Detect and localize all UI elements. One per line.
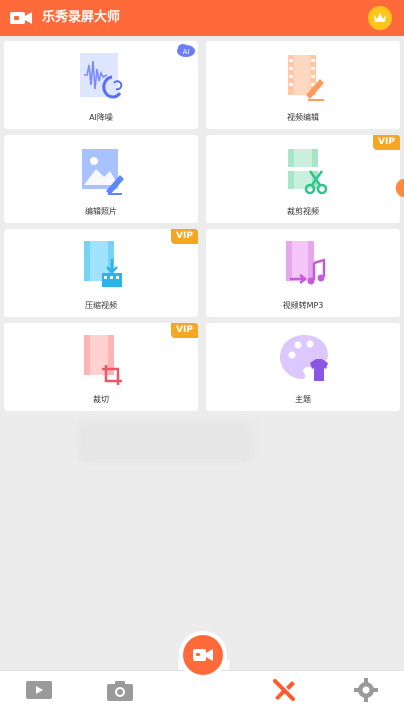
ai-noise-reduction-icon	[80, 53, 123, 99]
tool-label: 裁切	[93, 395, 109, 404]
tool-photo-edit[interactable]: 编辑照片	[4, 135, 198, 223]
vip-badge: VIP	[171, 323, 198, 338]
tool-label: 裁剪视频	[287, 207, 319, 216]
tools-icon[interactable]	[270, 678, 298, 702]
vip-badge: VIP	[373, 135, 400, 150]
tool-label: 视频编辑	[287, 113, 319, 122]
blurred-banner-placeholder	[78, 420, 253, 462]
camera-icon[interactable]	[106, 678, 134, 702]
tool-label: 主题	[295, 395, 311, 404]
vip-badge: VIP	[171, 229, 198, 244]
record-button[interactable]	[183, 635, 223, 675]
crop-icon	[84, 335, 122, 385]
tool-label: 编辑照片	[85, 207, 117, 216]
photo-edit-icon	[82, 149, 124, 195]
video-compress-icon	[84, 241, 122, 287]
tool-theme[interactable]: 主题	[206, 323, 400, 411]
ai-cloud-badge: AI	[177, 44, 195, 57]
tool-crop[interactable]: VIP 裁切	[4, 323, 198, 411]
app-title: 乐秀录屏大师	[42, 10, 121, 25]
video-edit-icon	[288, 55, 324, 101]
crown-icon	[374, 13, 386, 22]
video-trim-icon	[288, 149, 328, 195]
video-list-icon[interactable]	[25, 678, 53, 702]
tool-label: 压缩视频	[85, 301, 117, 310]
theme-palette-icon	[280, 335, 328, 381]
tool-label: AI降噪	[89, 113, 113, 122]
bottom-navigation	[0, 670, 404, 708]
premium-crown-button[interactable]	[368, 6, 392, 30]
video-camera-icon	[193, 649, 213, 661]
tool-video-edit[interactable]: 视频编辑	[206, 41, 400, 129]
svg-text:AI: AI	[183, 48, 190, 56]
floating-side-tab[interactable]	[396, 179, 404, 197]
tool-ai-noise-reduction[interactable]: AI AI降噪	[4, 41, 198, 129]
tool-video-trim[interactable]: VIP 裁剪视频	[206, 135, 404, 223]
video-to-mp3-icon	[286, 241, 326, 285]
settings-icon[interactable]	[352, 678, 380, 702]
app-bar: 乐秀录屏大师	[0, 0, 404, 36]
tool-video-to-mp3[interactable]: 视频转MP3	[206, 229, 400, 317]
camera-logo-icon	[10, 12, 32, 24]
tool-label: 视频转MP3	[282, 301, 324, 310]
tool-video-compress[interactable]: VIP 压缩视频	[4, 229, 198, 317]
